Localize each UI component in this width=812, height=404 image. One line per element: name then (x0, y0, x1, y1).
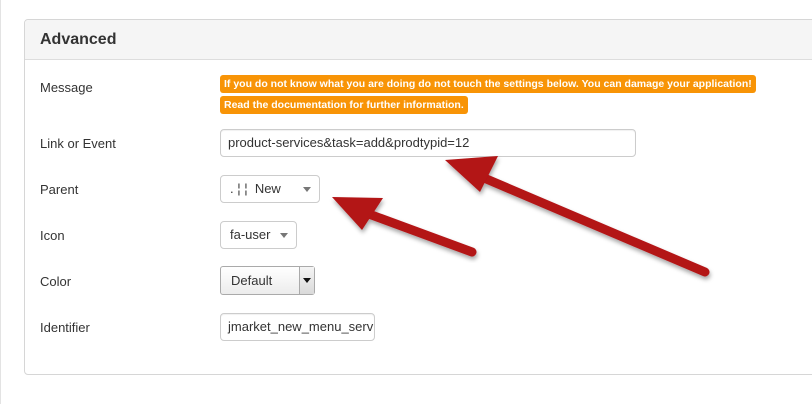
warning-message: If you do not know what you are doing do… (220, 74, 756, 114)
page-left-border (0, 0, 1, 404)
advanced-panel: Advanced (24, 19, 812, 375)
color-label: Color (40, 274, 72, 289)
link-or-event-input[interactable]: product-services&task=add&prodtypid=12 (220, 129, 636, 157)
parent-select[interactable]: . ¦ ¦ New (220, 175, 320, 203)
icon-label: Icon (40, 228, 65, 243)
color-select-value: Default (231, 273, 273, 288)
identifier-label: Identifier (40, 320, 90, 335)
icon-select[interactable]: fa-user (220, 221, 297, 249)
panel-title: Advanced (40, 31, 117, 48)
chevron-down-icon (280, 233, 288, 238)
icon-select-value: fa-user (230, 227, 271, 242)
panel-header: Advanced (25, 20, 812, 60)
chevron-down-icon (303, 187, 311, 192)
identifier-input[interactable]: jmarket_new_menu_serv (220, 313, 375, 341)
parent-label: Parent (40, 182, 79, 197)
warning-line-2: Read the documentation for further infor… (220, 96, 468, 114)
color-select[interactable]: Default (220, 266, 315, 295)
message-label: Message (40, 80, 93, 95)
parent-select-value: . ¦ ¦ New (230, 181, 281, 196)
link-or-event-label: Link or Event (40, 136, 116, 151)
dropdown-arrow-icon (299, 267, 314, 294)
warning-line-1: If you do not know what you are doing do… (220, 75, 756, 93)
